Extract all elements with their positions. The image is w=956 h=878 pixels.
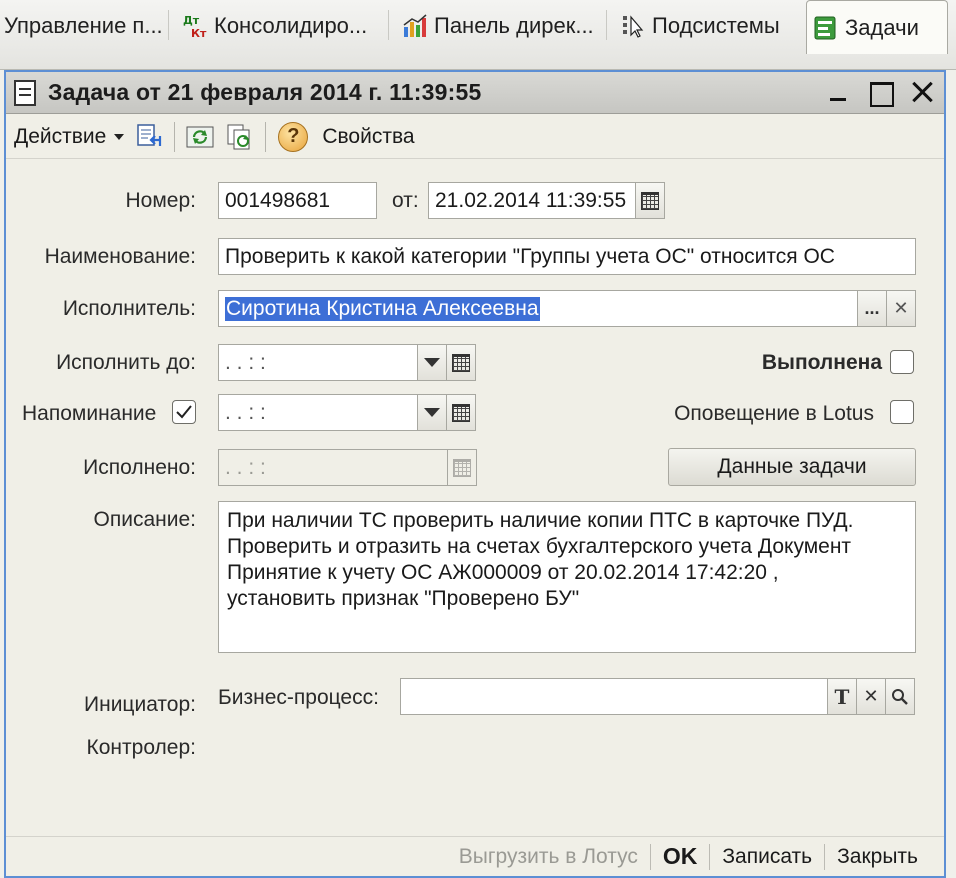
number-label: Номер: (125, 189, 196, 212)
export-to-lotus-button[interactable]: Выгрузить в Лотус (447, 845, 650, 869)
tab-label: Подсистемы (652, 13, 780, 38)
business-process-type-button[interactable]: T (827, 678, 857, 715)
action-menu-button[interactable]: Действие (14, 124, 125, 149)
executor-select-button[interactable]: ... (857, 290, 887, 327)
close-window-button[interactable] (908, 78, 936, 106)
help-icon[interactable]: ? (278, 121, 309, 152)
executor-selected-text: Сиротина Кристина Алексеевна (225, 296, 540, 321)
tab-separator (606, 10, 607, 40)
close-button[interactable]: Закрыть (825, 845, 930, 869)
tab-label: Управление п... (4, 13, 163, 38)
tab-tasks[interactable]: Задачи (806, 0, 948, 54)
chevron-down-icon (424, 358, 440, 367)
task-form-window: Задача от 21 февраля 2014 г. 11:39:55 Де… (4, 70, 946, 878)
date-from-field[interactable]: 21.02.2014 11:39:55 (428, 182, 636, 219)
calendar-icon (641, 191, 659, 210)
toolbar-separator (174, 121, 176, 152)
properties-button[interactable]: Свойства (322, 125, 414, 149)
reminder-label: Напоминание (22, 402, 157, 425)
due-date-field[interactable]: . . : : (218, 344, 418, 381)
tab-consolidation[interactable]: Дт Кт Консолидиро... (176, 2, 373, 50)
tab-label: Панель дирек... (434, 13, 594, 38)
name-field[interactable]: Проверить к какой категории "Группы учет… (218, 238, 916, 275)
business-process-label: Бизнес-процесс: (218, 686, 379, 709)
business-process-search-button[interactable] (885, 678, 915, 715)
tab-separator (388, 10, 389, 40)
executor-clear-button[interactable]: ✕ (886, 290, 916, 327)
lotus-notification-checkbox[interactable] (890, 400, 914, 424)
number-field[interactable]: 001498681 (218, 182, 377, 219)
tasks-icon (813, 15, 839, 41)
refresh-icon[interactable] (185, 122, 215, 152)
completed-calendar-button (447, 449, 477, 486)
tab-separator (168, 10, 169, 40)
toolbar-separator (265, 121, 267, 152)
chevron-down-icon (424, 408, 440, 417)
business-process-field[interactable] (400, 678, 828, 715)
due-date-dropdown-button[interactable] (417, 344, 447, 381)
executor-field[interactable]: Сиротина Кристина Алексеевна (218, 290, 858, 327)
calendar-icon (452, 353, 470, 372)
date-from-label: от: (392, 189, 419, 212)
tab-label: Задачи (845, 14, 919, 40)
reminder-checkbox[interactable] (172, 400, 196, 424)
subsystems-icon (620, 13, 646, 39)
completed-date-field: . . : : (218, 449, 448, 486)
checkmark-icon (176, 405, 192, 419)
form-footer: Выгрузить в Лотус OK Записать Закрыть (6, 836, 944, 876)
window-title: Задача от 21 февраля 2014 г. 11:39:55 (48, 79, 482, 105)
reminder-dropdown-button[interactable] (417, 394, 447, 431)
tab-director-panel[interactable]: Панель дирек... (396, 2, 600, 50)
done-label: Выполнена (761, 351, 882, 374)
tab-label: Консолидиро... (214, 13, 368, 38)
svg-text:Дт: Дт (183, 14, 200, 27)
chart-icon (402, 13, 428, 39)
tab-subsystems[interactable]: Подсистемы (614, 2, 786, 50)
window-titlebar[interactable]: Задача от 21 февраля 2014 г. 11:39:55 (6, 72, 944, 114)
date-from-calendar-button[interactable] (635, 182, 665, 219)
svg-text:Кт: Кт (191, 27, 207, 39)
dt-kt-icon: Дт Кт (182, 13, 208, 40)
due-date-label: Исполнить до: (56, 351, 196, 374)
business-process-clear-button[interactable]: ✕ (856, 678, 886, 715)
action-menu-label: Действие (14, 124, 107, 148)
copy-document-icon[interactable] (225, 122, 255, 152)
save-button[interactable]: Записать (710, 845, 824, 869)
name-label: Наименование: (44, 245, 196, 268)
chevron-down-icon (114, 133, 125, 140)
done-checkbox[interactable] (890, 350, 914, 374)
initiator-label: Инициатор: (84, 693, 196, 716)
description-label: Описание: (93, 508, 196, 531)
calendar-icon (453, 458, 471, 477)
executor-label: Исполнитель: (62, 297, 196, 320)
save-and-close-icon[interactable] (134, 122, 164, 152)
reminder-calendar-button[interactable] (446, 394, 476, 431)
minimize-button[interactable] (824, 78, 852, 106)
search-icon (892, 688, 908, 705)
ok-button[interactable]: OK (651, 843, 710, 870)
calendar-icon (452, 403, 470, 422)
controller-label: Контролер: (86, 736, 196, 759)
tab-management[interactable]: Управление п... (0, 2, 169, 50)
document-icon (14, 79, 36, 106)
due-date-calendar-button[interactable] (446, 344, 476, 381)
reminder-date-field[interactable]: . . : : (218, 394, 418, 431)
completed-label: Исполнено: (83, 456, 196, 479)
maximize-button[interactable] (866, 78, 894, 107)
description-textarea[interactable]: При наличии ТС проверить наличие копии П… (218, 501, 916, 653)
section-tab-bar: Управление п... Дт Кт Консолидиро... Пан… (0, 0, 956, 70)
form-toolbar: Действие ? Свойства (6, 115, 944, 159)
lotus-notification-label: Оповещение в Lotus (674, 402, 874, 425)
task-data-button[interactable]: Данные задачи (668, 448, 916, 486)
